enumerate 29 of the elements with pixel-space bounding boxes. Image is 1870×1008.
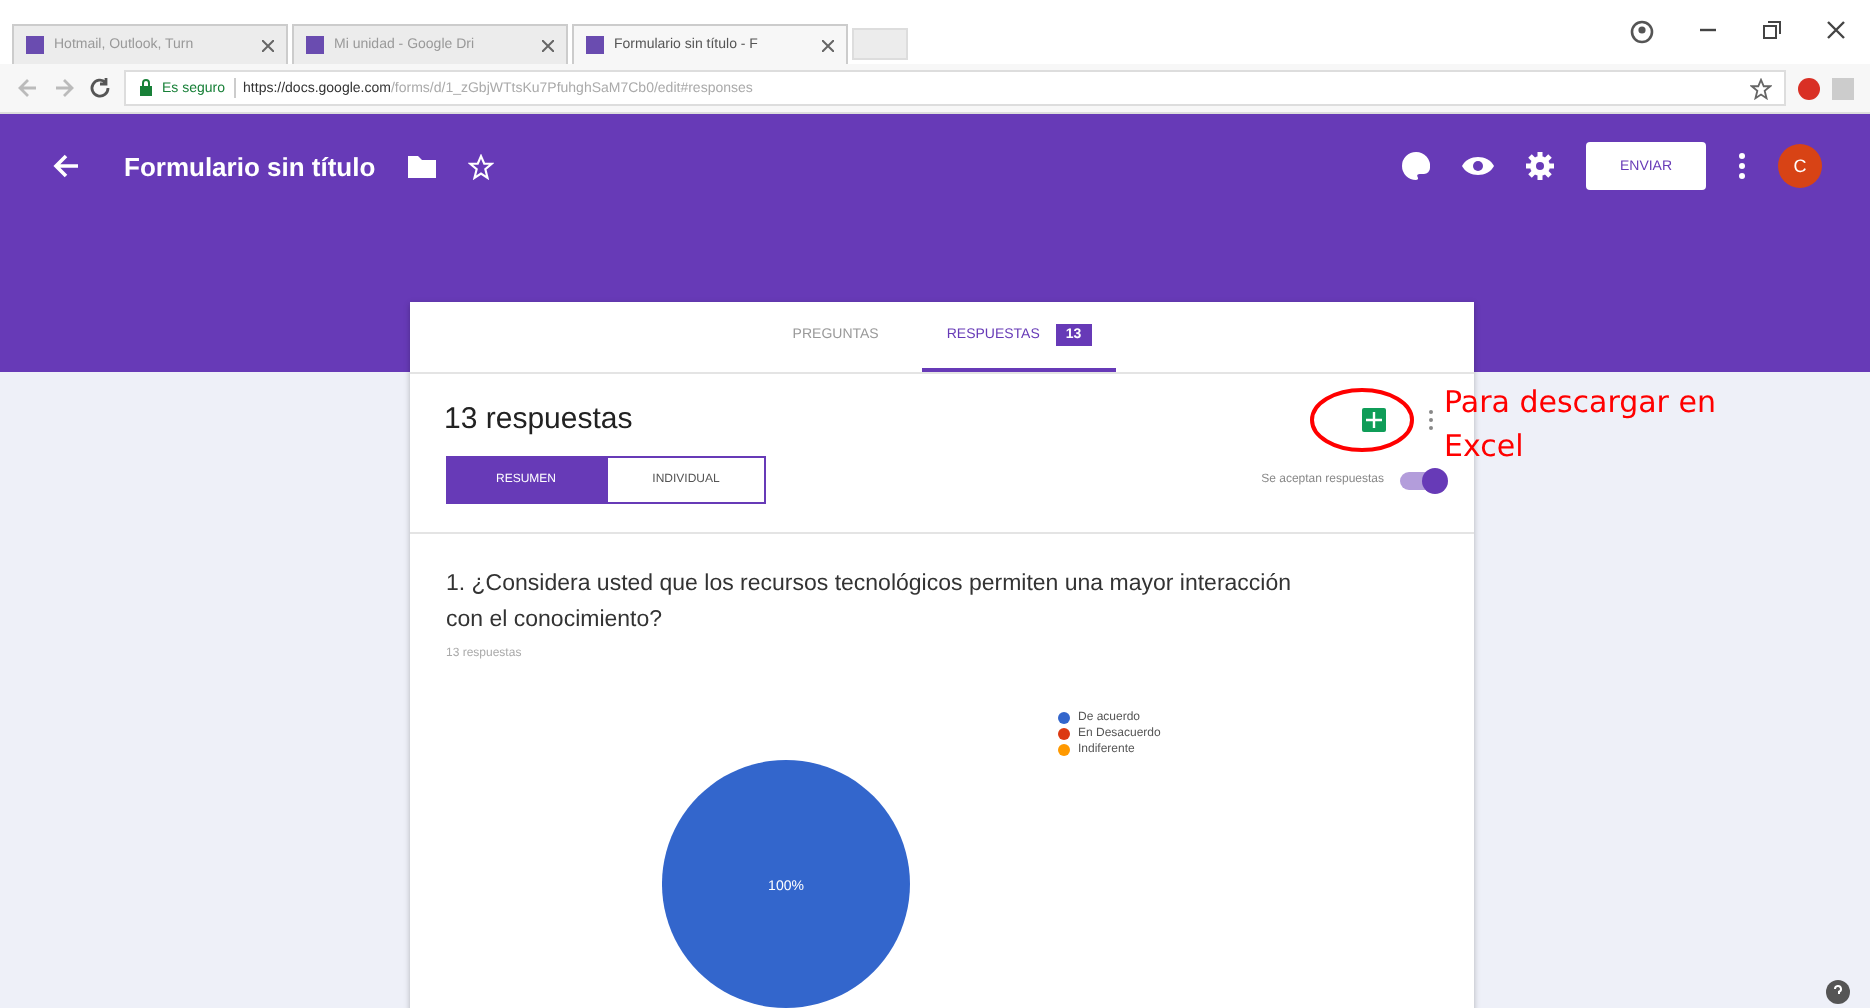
close-icon[interactable] [1826, 20, 1846, 40]
folder-icon[interactable] [407, 154, 436, 178]
page-icon [306, 36, 324, 54]
close-icon[interactable] [262, 39, 274, 51]
avatar[interactable]: C [1778, 144, 1822, 188]
accepting-switch[interactable] [1400, 471, 1444, 489]
star-icon[interactable] [1750, 77, 1772, 99]
close-icon[interactable] [822, 39, 834, 51]
form-title[interactable]: Formulario sin título [124, 151, 376, 181]
responses-title: 13 respuestas [444, 402, 635, 436]
profile-icon[interactable] [1630, 20, 1654, 44]
restore-icon[interactable] [1762, 20, 1782, 40]
settings-icon[interactable] [1526, 152, 1554, 180]
help-icon[interactable] [1826, 980, 1850, 1004]
annotation-text: Para descargar en Excel [1444, 382, 1718, 468]
reload-icon[interactable] [88, 76, 112, 100]
spreadsheet-icon[interactable] [1362, 407, 1386, 431]
more-icon[interactable] [1428, 407, 1434, 431]
more-icon[interactable] [1738, 152, 1746, 180]
palette-icon[interactable] [1402, 152, 1430, 180]
page-icon [586, 36, 604, 54]
eye-icon[interactable] [1462, 154, 1494, 178]
back-arrow-icon[interactable] [52, 152, 80, 180]
question-text: 1. ¿Considera usted que los recursos tecnológicos permiten una mayor interacción con el conocimiento? [446, 570, 1294, 636]
highlight-ellipse [1308, 386, 1416, 454]
lock-icon [138, 78, 154, 98]
extension-icon[interactable] [1798, 77, 1820, 99]
close-icon[interactable] [542, 39, 554, 51]
page-icon [26, 36, 44, 54]
